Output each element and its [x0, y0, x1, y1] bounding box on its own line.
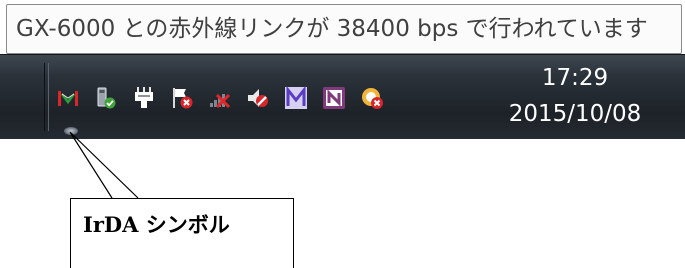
callout-label: IrDA シンボル	[83, 212, 230, 237]
callout-box: IrDA シンボル	[70, 198, 294, 268]
